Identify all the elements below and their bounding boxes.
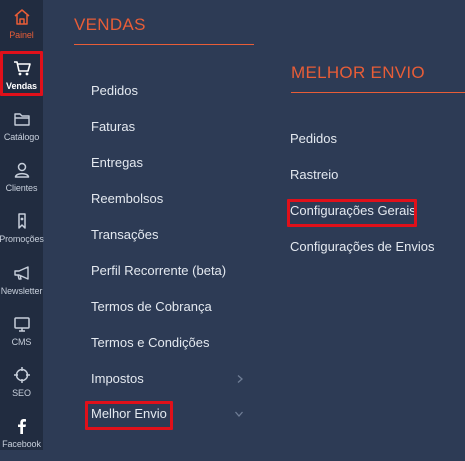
melhor-envio-title-rule <box>291 92 465 93</box>
menu-item-impostos[interactable]: Impostos <box>91 371 144 386</box>
rail-item-promocoes[interactable]: Promoções <box>0 206 44 256</box>
folder-icon <box>13 113 30 126</box>
submenu-item-rastreio[interactable]: Rastreio <box>290 167 338 182</box>
submenu-item-configuracoes-envios[interactable]: Configurações de Envios <box>290 239 435 254</box>
tag-icon <box>17 213 26 229</box>
menu-item-transacoes[interactable]: Transações <box>91 227 158 242</box>
menu-item-faturas[interactable]: Faturas <box>91 119 135 134</box>
submenu-item-pedidos[interactable]: Pedidos <box>290 131 337 146</box>
home-icon <box>14 9 29 25</box>
vendas-panel: VENDAS Pedidos Faturas Entregas Reembols… <box>43 0 265 450</box>
menu-item-termos-condicoes[interactable]: Termos e Condições <box>91 335 210 350</box>
menu-item-entregas[interactable]: Entregas <box>91 155 143 170</box>
highlight-configuracoes-gerais <box>287 199 417 227</box>
rail-item-catalogo[interactable]: Catálogo <box>0 104 43 154</box>
rail-item-clientes[interactable]: Clientes <box>0 155 43 205</box>
melhor-envio-title: MELHOR ENVIO <box>291 63 425 82</box>
vendas-title: VENDAS <box>74 15 146 34</box>
rail-label-catalogo: Catálogo <box>3 132 40 142</box>
rail-item-facebook[interactable]: Facebook <box>0 411 43 461</box>
rail-item-newsletter[interactable]: Newsletter <box>0 258 43 308</box>
rail-label-cms: CMS <box>11 337 32 347</box>
menu-item-termos-cobranca[interactable]: Termos de Cobrança <box>91 299 212 314</box>
melhor-envio-panel: MELHOR ENVIO Pedidos Rastreio Configuraç… <box>265 0 465 450</box>
side-rail: Painel Vendas Catálogo Clientes Promoçõe… <box>0 0 44 450</box>
chevron-right-icon <box>237 375 243 383</box>
menu-item-reembolsos[interactable]: Reembolsos <box>91 191 163 206</box>
menu-item-perfil-recorrente[interactable]: Perfil Recorrente (beta) <box>91 263 226 278</box>
megaphone-icon <box>13 266 29 280</box>
highlight-vendas <box>0 51 43 96</box>
rail-label-newsletter: Newsletter <box>0 286 43 296</box>
rail-label-clientes: Clientes <box>5 183 38 193</box>
highlight-melhor-envio <box>85 401 173 430</box>
rail-item-painel[interactable]: Painel <box>0 2 43 52</box>
crosshair-icon <box>13 367 30 383</box>
vendas-title-rule <box>74 44 254 45</box>
facebook-icon <box>17 419 26 434</box>
rail-label-painel: Painel <box>9 30 34 40</box>
rail-label-seo: SEO <box>12 388 31 398</box>
rail-item-seo[interactable]: SEO <box>0 360 43 410</box>
rail-label-facebook: Facebook <box>2 439 41 449</box>
rail-item-cms[interactable]: CMS <box>0 309 43 359</box>
monitor-icon <box>13 317 30 332</box>
user-icon <box>14 162 29 178</box>
chevron-down-icon <box>235 411 243 417</box>
menu-item-pedidos[interactable]: Pedidos <box>91 83 138 98</box>
rail-label-promocoes: Promoções <box>0 234 44 244</box>
